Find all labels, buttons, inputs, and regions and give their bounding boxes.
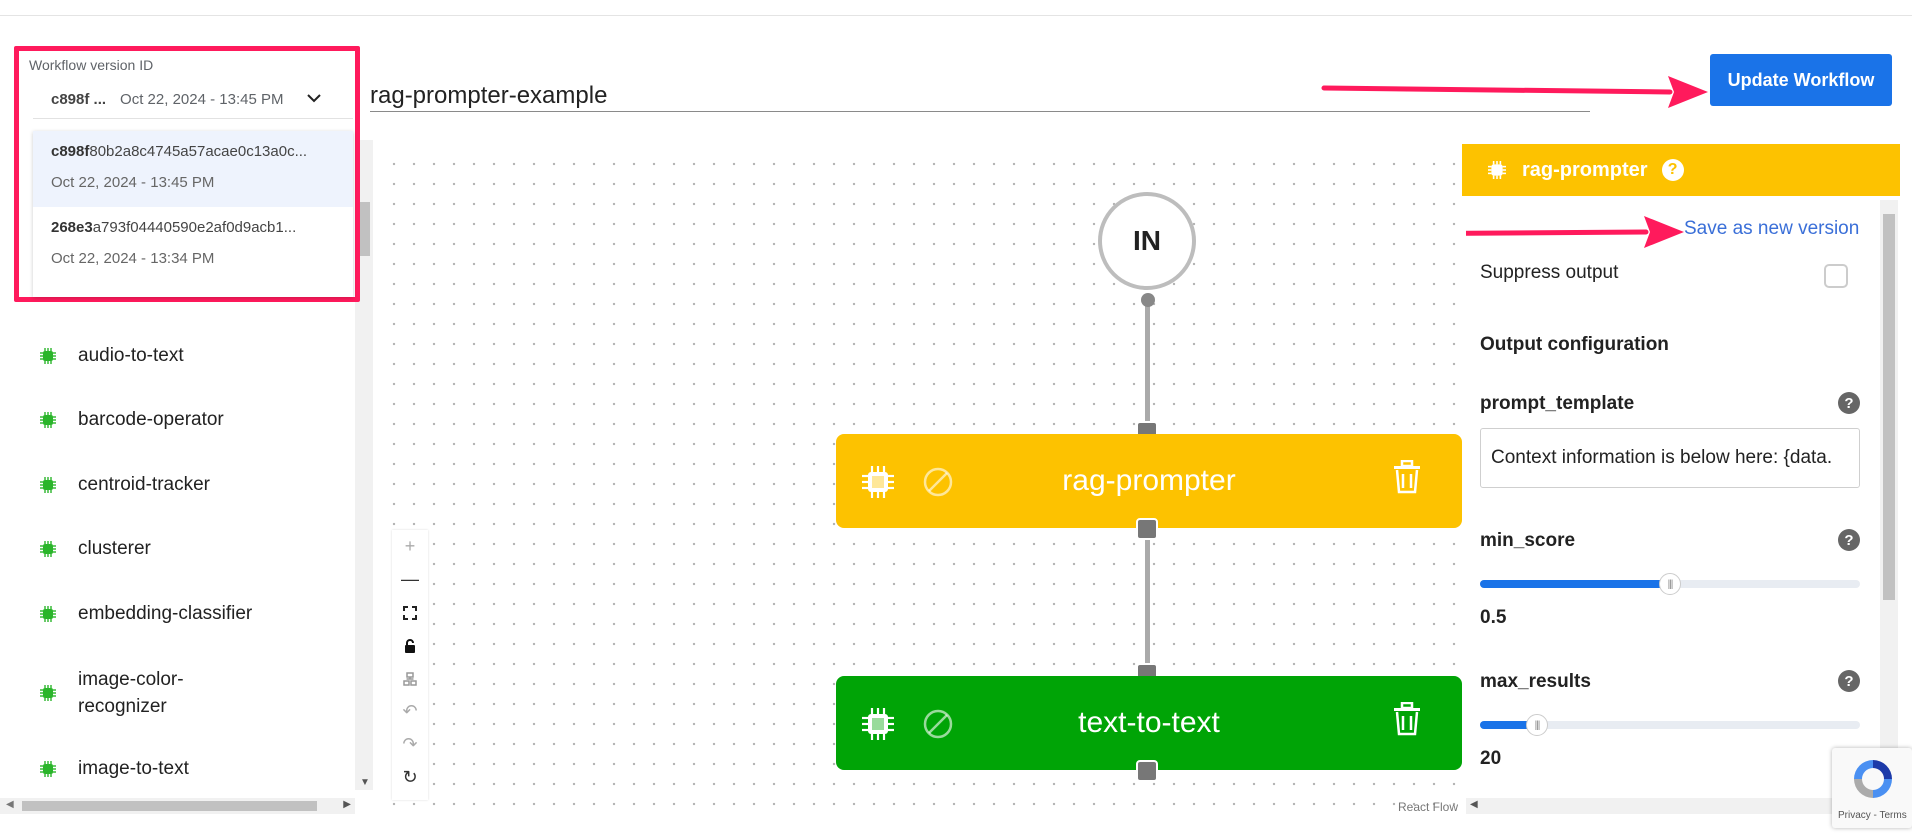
sidebar-item-image-to-text[interactable]: image-to-text [40,758,189,780]
chip-icon [40,761,56,777]
help-icon[interactable]: ? [1838,670,1860,692]
trash-icon[interactable] [1392,460,1422,494]
top-divider [0,0,1912,16]
sidebar-horizontal-scrollbar[interactable]: ◀ ▶ [0,798,355,814]
scroll-right-arrow-icon[interactable]: ▶ [343,799,351,810]
update-workflow-button[interactable]: Update Workflow [1710,54,1892,106]
sidebar-item-clusterer[interactable]: clusterer [40,538,151,560]
prompt-template-input[interactable]: Context information is below here: {data… [1480,428,1860,488]
node-text-to-text[interactable]: text-to-text [836,676,1462,770]
workflow-editor-page: rag-prompter-example Update Workflow aud… [0,0,1912,838]
config-panel-horizontal-scrollbar[interactable]: ◀ [1466,798,1880,814]
version-selector-label: Workflow version ID [29,57,154,73]
sidebar-item-barcode-operator[interactable]: barcode-operator [40,409,224,431]
version-select[interactable]: c898f ... Oct 22, 2024 - 13:45 PM [33,81,353,119]
recaptcha-badge[interactable]: Privacy - Terms [1832,748,1912,828]
sidebar-item-label: embedding-classifier [78,603,253,624]
chip-icon [40,412,56,428]
version-id-rest: a793f04440590e2af0d9acb1... [92,219,297,236]
refresh-icon[interactable]: ↻ [392,761,428,794]
version-id-rest: 80b2a8c4745a57acae0c13a0c... [89,143,308,160]
edge-rag-to-text [1145,540,1150,674]
config-panel-title: rag-prompter [1522,158,1648,181]
config-panel-header: rag-prompter ? [1462,144,1900,196]
redo-icon[interactable]: ↷ [392,728,428,761]
chip-icon [40,348,56,364]
canvas-controls: + — ↶ ↷ ↻ [392,530,428,800]
undo-icon[interactable]: ↶ [392,695,428,728]
recaptcha-links[interactable]: Privacy - Terms [1838,810,1907,821]
slider-fill [1480,580,1670,588]
sidebar-item-image-color-recognizer[interactable]: image-color-recognizer [40,666,228,720]
input-node-handle[interactable] [1141,293,1155,307]
help-icon[interactable]: ? [1838,529,1860,551]
min-score-label: min_score [1480,530,1576,551]
lock-icon[interactable] [392,629,428,662]
version-date: Oct 22, 2024 - 13:45 PM [51,174,215,191]
max-results-slider[interactable]: ||| [1480,714,1860,736]
input-node[interactable]: IN [1098,192,1196,290]
help-icon[interactable]: ? [1661,159,1684,181]
fit-view-icon[interactable] [392,596,428,629]
scroll-down-arrow-icon[interactable]: ▼ [360,777,370,788]
min-score-value: 0.5 [1480,607,1507,628]
node-title: rag-prompter [1062,464,1236,497]
sidebar-item-label: clusterer [78,538,151,559]
chip-icon [40,685,56,701]
slider-thumb[interactable]: ||| [1526,714,1548,736]
max-results-label: max_results [1480,671,1591,692]
version-option[interactable]: 268e3a793f04440590e2af0d9acb1... Oct 22,… [33,207,353,283]
chip-icon [40,477,56,493]
version-id-prefix: 268e3 [51,219,93,236]
slider-thumb[interactable]: ||| [1659,573,1681,595]
output-configuration-heading: Output configuration [1480,334,1669,355]
prompt-template-label: prompt_template [1480,393,1635,414]
version-selector-panel: Workflow version ID c898f ... Oct 22, 20… [14,46,360,302]
sidebar-item-centroid-tracker[interactable]: centroid-tracker [40,474,210,496]
config-panel-scrollbar[interactable] [1880,200,1898,800]
sidebar-item-embedding-classifier[interactable]: embedding-classifier [40,603,252,625]
sidebar-item-label: audio-to-text [78,345,184,366]
suppress-output-checkbox[interactable] [1824,264,1848,288]
scroll-left-arrow-icon[interactable]: ◀ [1470,799,1478,810]
recaptcha-icon [1854,760,1892,798]
selected-version-date: Oct 22, 2024 - 13:45 PM [120,91,284,108]
chevron-down-icon [307,94,321,103]
chip-icon [40,541,56,557]
scrollbar-thumb[interactable] [22,801,317,811]
annotation-arrow-update [1321,76,1708,108]
min-score-slider[interactable]: ||| [1480,573,1860,595]
chip-icon [40,606,56,622]
scroll-left-arrow-icon[interactable]: ◀ [6,799,14,810]
node-output-handle[interactable] [1136,760,1158,782]
auto-layout-icon[interactable] [392,662,428,695]
sidebar-item-label: image-color-recognizer [78,669,184,717]
node-rag-prompter[interactable]: rag-prompter [836,434,1462,528]
sidebar-item-label: image-to-text [78,758,189,779]
max-results-value: 20 [1480,748,1502,769]
chip-icon [1488,161,1506,179]
zoom-out-icon[interactable]: — [392,563,428,596]
help-icon[interactable]: ? [1838,392,1860,414]
edge-in-to-rag [1145,300,1150,432]
suppress-output-label: Suppress output [1480,262,1619,283]
node-title: text-to-text [1078,706,1220,739]
trash-icon[interactable] [1392,702,1422,736]
version-id-prefix: c898f [51,143,90,160]
selected-version-id: c898f ... [51,91,107,108]
scrollbar-thumb[interactable] [1883,214,1895,600]
node-output-handle[interactable] [1136,518,1158,540]
sidebar-item-label: barcode-operator [78,409,224,430]
save-as-new-version-link[interactable]: Save as new version [1684,218,1859,240]
sidebar-item-label: centroid-tracker [78,474,210,495]
zoom-in-icon[interactable]: + [392,530,428,563]
version-date: Oct 22, 2024 - 13:34 PM [51,250,215,267]
sidebar-item-audio-to-text[interactable]: audio-to-text [40,345,184,367]
version-option[interactable]: c898f80b2a8c4745a57acae0c13a0c... Oct 22… [33,131,353,207]
version-dropdown-menu: c898f80b2a8c4745a57acae0c13a0c... Oct 22… [33,131,353,297]
react-flow-attribution[interactable]: React Flow [1398,800,1458,814]
